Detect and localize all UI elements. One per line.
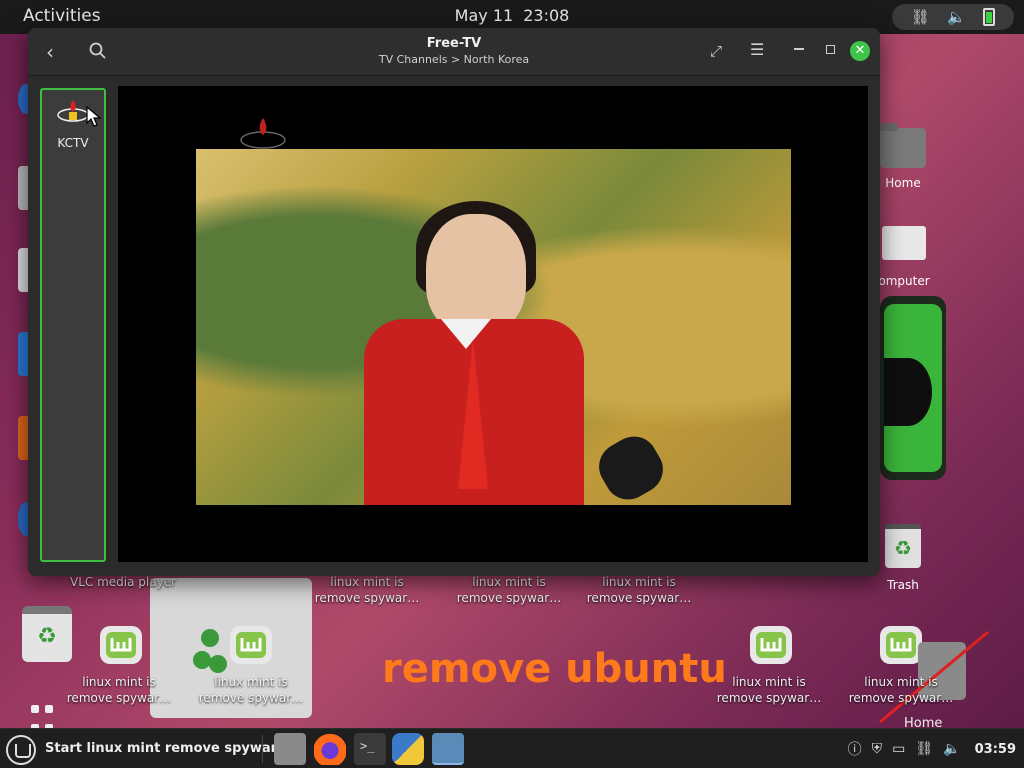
files-launcher-icon[interactable] — [274, 733, 306, 765]
network-icon: ⛓ — [910, 8, 930, 26]
linux-mint-icon[interactable] — [98, 624, 144, 666]
mint-file-label[interactable]: linux mint is remove spywar… — [434, 574, 584, 606]
fullscreen-icon[interactable]: ⤢ — [710, 42, 722, 60]
volume-icon[interactable]: 🔈 — [943, 741, 960, 757]
app-grid-icon[interactable] — [28, 700, 68, 751]
channel-label: KCTV — [57, 136, 89, 150]
microphone — [590, 427, 672, 505]
mint-file-line1: linux mint is — [472, 575, 546, 589]
terminal-launcher-icon[interactable]: >_ — [354, 733, 386, 765]
desktop-trash[interactable]: ♻ Trash — [872, 524, 934, 592]
mint-file-label[interactable]: linux mint is remove spywar… — [292, 574, 442, 606]
channel-sidebar: KCTV — [40, 88, 106, 562]
desktop-home[interactable]: Home — [872, 123, 934, 190]
overlay-text: remove ubuntu — [382, 646, 727, 692]
mint-file-line1: linux mint is — [602, 575, 676, 589]
mint-file-label[interactable]: linux mint is remove spywar… — [176, 674, 326, 706]
shield-icon[interactable]: ⛨ — [872, 741, 883, 757]
system-tray[interactable]: ⛓ 🔈 — [892, 4, 1014, 30]
linux-mint-icon[interactable] — [228, 624, 274, 666]
trash-icon: ♻ — [885, 524, 921, 568]
start-menu-label[interactable]: Start linux mint remove spyware — [45, 741, 286, 756]
display-icon[interactable]: ▭ — [892, 741, 905, 757]
panel-tray: ⓘ ⛨ ▭ ⛓ 🔈 03:59 — [848, 739, 1016, 759]
panel-clock[interactable]: 03:59 — [975, 742, 1016, 757]
mint-file-line2: remove spywar… — [848, 691, 954, 705]
menu-icon[interactable]: ☰ — [750, 40, 764, 59]
left-trash-icon[interactable]: ♻ — [22, 606, 72, 662]
mint-file-line1: linux mint is — [864, 675, 938, 689]
eye-shape — [884, 358, 932, 426]
vlc-label: VLC media player — [69, 575, 176, 589]
clock-date: May 11 — [454, 6, 514, 25]
mint-file-line2: remove spywar… — [716, 691, 822, 705]
python-launcher-icon[interactable] — [392, 733, 424, 765]
mint-file-line1: linux mint is — [82, 675, 156, 689]
mint-file-label[interactable]: linux mint is remove spywar… — [564, 574, 714, 606]
clock-time: 23:08 — [523, 6, 570, 25]
bottom-panel: Start linux mint remove spyware >_ ⓘ ⛨ ▭… — [0, 728, 1024, 768]
desktop-home-label: Home — [885, 176, 921, 190]
mint-file-line1: linux mint is — [214, 675, 288, 689]
eye-app-inner — [884, 304, 942, 472]
kctv-logo-icon — [57, 100, 89, 122]
dock — [0, 70, 34, 580]
panel-separator — [262, 735, 263, 763]
mouse-cursor-icon — [86, 106, 102, 127]
mint-file-label[interactable]: linux mint is remove spywar… — [826, 674, 976, 706]
mint-file-line2: remove spywar… — [314, 591, 420, 605]
mint-file-line2: remove spywar… — [456, 591, 562, 605]
eye-app-icon[interactable] — [880, 296, 946, 480]
mint-file-line2: remove spywar… — [198, 691, 304, 705]
close-button[interactable]: ✕ — [850, 41, 870, 61]
home-folder-icon — [880, 123, 926, 168]
minimize-button[interactable] — [794, 48, 804, 50]
notification-icon[interactable]: ⓘ — [848, 739, 862, 759]
free-tv-launcher-icon[interactable] — [432, 733, 464, 765]
firefox-launcher-icon[interactable] — [314, 733, 346, 765]
computer-icon — [882, 226, 926, 260]
channel-watermark-icon — [240, 118, 286, 149]
network-icon[interactable]: ⛓ — [915, 741, 933, 757]
free-tv-window: ‹ Free-TV TV Channels > North Korea ⤢ ☰ … — [28, 28, 880, 576]
maximize-button[interactable] — [826, 45, 835, 54]
battery-icon — [983, 8, 996, 26]
mint-menu-icon[interactable] — [6, 735, 36, 765]
mint-file-line1: linux mint is — [330, 575, 404, 589]
desktop-trash-label: Trash — [887, 578, 919, 592]
desktop-computer-label: omputer — [878, 274, 930, 288]
header-bar: ‹ Free-TV TV Channels > North Korea ⤢ ☰ … — [28, 28, 880, 76]
desktop-computer[interactable]: omputer — [874, 226, 934, 288]
clock[interactable]: May 11 23:08 — [0, 6, 1024, 25]
video-frame — [196, 149, 791, 505]
volume-icon: 🔈 — [947, 8, 966, 26]
linux-mint-icon[interactable] — [748, 624, 794, 666]
video-player[interactable] — [118, 86, 868, 562]
mint-file-line2: remove spywar… — [586, 591, 692, 605]
video-subject-face — [426, 214, 526, 334]
